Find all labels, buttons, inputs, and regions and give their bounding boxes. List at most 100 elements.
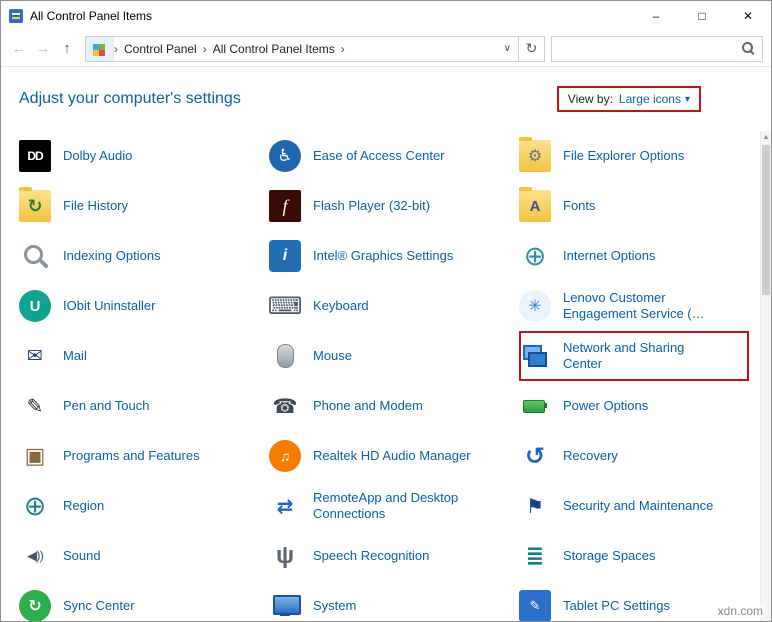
vertical-scrollbar[interactable]: ▲ <box>760 131 771 621</box>
cp-item-label: Realtek HD Audio Manager <box>313 448 471 464</box>
sound-icon: ◀)) <box>19 540 51 572</box>
chevron-down-icon: ▾ <box>685 94 690 105</box>
cp-item-label: Sound <box>63 548 101 564</box>
cp-item-programs-features[interactable]: ▣ Programs and Features <box>19 431 269 481</box>
control-panel-window: All Control Panel Items – □ ✕ ← → ↑ › Co… <box>0 0 772 622</box>
cp-item-label: Network and Sharing Center <box>563 340 725 373</box>
programs-features-icon: ▣ <box>19 440 51 472</box>
cp-item-label: Pen and Touch <box>63 398 150 414</box>
watermark: xdn.com <box>716 604 765 618</box>
search-box[interactable] <box>551 36 763 62</box>
scrollbar-thumb[interactable] <box>762 145 770 295</box>
cp-item-iobit[interactable]: U IObit Uninstaller <box>19 281 269 331</box>
items-grid: DD Dolby Audio ♿ Ease of Access Center ⚙… <box>1 131 771 622</box>
close-button[interactable]: ✕ <box>725 1 771 31</box>
cp-item-lenovo-ces[interactable]: ✳ Lenovo Customer Engagement Service (… <box>519 281 749 331</box>
fonts-icon: A <box>519 190 551 222</box>
cp-item-keyboard[interactable]: ⌨ Keyboard <box>269 281 519 331</box>
cp-item-label: Indexing Options <box>63 248 161 264</box>
cp-item-remoteapp[interactable]: ⇄ RemoteApp and Desktop Connections <box>269 481 519 531</box>
cp-item-label: Recovery <box>563 448 618 464</box>
cp-item-dolby[interactable]: DD Dolby Audio <box>19 131 269 181</box>
breadcrumb-separator[interactable]: › <box>341 42 345 56</box>
cp-item-indexing[interactable]: Indexing Options <box>19 231 269 281</box>
cp-item-recovery[interactable]: ↺ Recovery <box>519 431 749 481</box>
cp-item-pen-touch[interactable]: ✎ Pen and Touch <box>19 381 269 431</box>
internet-options-icon: ⊕ <box>519 240 551 272</box>
view-by-value: Large icons <box>619 92 681 106</box>
back-button[interactable]: ← <box>7 37 31 61</box>
tablet-pc-icon: ✎ <box>519 590 551 622</box>
forward-button[interactable]: → <box>31 37 55 61</box>
mail-icon: ✉ <box>19 340 51 372</box>
breadcrumb-control-panel[interactable]: Control Panel <box>118 42 203 56</box>
window-title: All Control Panel Items <box>30 9 152 23</box>
intel-graphics-icon: i <box>269 240 301 272</box>
minimize-button[interactable]: – <box>633 1 679 31</box>
view-by-label: View by: <box>568 92 613 106</box>
cp-item-security-maintenance[interactable]: ⚑ Security and Maintenance <box>519 481 749 531</box>
cp-item-realtek[interactable]: ♫ Realtek HD Audio Manager <box>269 431 519 481</box>
cp-item-file-explorer-options[interactable]: ⚙ File Explorer Options <box>519 131 749 181</box>
cp-item-label: Lenovo Customer Engagement Service (… <box>563 290 725 323</box>
cp-item-ease-of-access[interactable]: ♿ Ease of Access Center <box>269 131 519 181</box>
cp-item-label: Security and Maintenance <box>563 498 713 514</box>
flash-player-icon: f <box>269 190 301 222</box>
phone-modem-icon: ☎ <box>269 390 301 422</box>
mouse-icon <box>269 340 301 372</box>
cp-item-speech[interactable]: ψ Speech Recognition <box>269 531 519 581</box>
cp-item-label: Phone and Modem <box>313 398 423 414</box>
view-by-highlight-box: View by: Large icons ▾ <box>557 86 701 112</box>
cp-item-flash-player[interactable]: f Flash Player (32-bit) <box>269 181 519 231</box>
cp-item-sound[interactable]: ◀)) Sound <box>19 531 269 581</box>
cp-item-label: IObit Uninstaller <box>63 298 155 314</box>
file-history-icon: ↻ <box>19 190 51 222</box>
address-icon-segment[interactable] <box>86 37 114 61</box>
network-sharing-icon <box>519 340 551 372</box>
remoteapp-icon: ⇄ <box>269 490 301 522</box>
cp-item-label: RemoteApp and Desktop Connections <box>313 490 475 523</box>
search-input[interactable] <box>559 42 742 56</box>
cp-item-mouse[interactable]: Mouse <box>269 331 519 381</box>
recovery-icon: ↺ <box>519 440 551 472</box>
cp-item-phone-modem[interactable]: ☎ Phone and Modem <box>269 381 519 431</box>
breadcrumb-all-control-panel-items[interactable]: All Control Panel Items <box>207 42 341 56</box>
realtek-icon: ♫ <box>269 440 301 472</box>
cp-item-label: Power Options <box>563 398 648 414</box>
window-controls: – □ ✕ <box>633 1 771 31</box>
cp-item-region[interactable]: ⊕ Region <box>19 481 269 531</box>
view-by-dropdown[interactable]: Large icons ▾ <box>619 92 690 106</box>
scroll-up-icon[interactable]: ▲ <box>761 131 771 144</box>
cp-item-power[interactable]: Power Options <box>519 381 749 431</box>
cp-item-label: Dolby Audio <box>63 148 132 164</box>
cp-item-label: Fonts <box>563 198 596 214</box>
refresh-button[interactable]: ↻ <box>519 36 545 62</box>
up-button[interactable]: ↑ <box>55 37 79 61</box>
cp-item-label: Region <box>63 498 104 514</box>
address-bar[interactable]: › Control Panel › All Control Panel Item… <box>85 36 519 62</box>
cp-item-label: Mouse <box>313 348 352 364</box>
address-dropdown-icon[interactable]: ∨ <box>497 43 518 54</box>
cp-item-label: Mail <box>63 348 87 364</box>
cp-item-internet-options[interactable]: ⊕ Internet Options <box>519 231 749 281</box>
keyboard-icon: ⌨ <box>269 290 301 322</box>
cp-item-network-sharing[interactable]: Network and Sharing Center <box>519 331 749 381</box>
cp-item-fonts[interactable]: A Fonts <box>519 181 749 231</box>
cp-item-tablet-pc[interactable]: ✎ Tablet PC Settings <box>519 581 749 622</box>
cp-item-sync[interactable]: ↻ Sync Center <box>19 581 269 622</box>
cp-item-file-history[interactable]: ↻ File History <box>19 181 269 231</box>
maximize-button[interactable]: □ <box>679 1 725 31</box>
cp-item-label: Sync Center <box>63 598 135 614</box>
cp-item-label: File History <box>63 198 128 214</box>
cp-item-label: Ease of Access Center <box>313 148 445 164</box>
cp-item-label: Speech Recognition <box>313 548 429 564</box>
cp-item-label: System <box>313 598 356 614</box>
speech-icon: ψ <box>269 540 301 572</box>
cp-item-intel-graphics[interactable]: i Intel® Graphics Settings <box>269 231 519 281</box>
storage-icon: ≣ <box>519 540 551 572</box>
cp-item-storage[interactable]: ≣ Storage Spaces <box>519 531 749 581</box>
cp-item-mail[interactable]: ✉ Mail <box>19 331 269 381</box>
cp-item-label: Flash Player (32-bit) <box>313 198 430 214</box>
cp-item-system[interactable]: System <box>269 581 519 622</box>
control-panel-app-icon <box>9 9 23 23</box>
